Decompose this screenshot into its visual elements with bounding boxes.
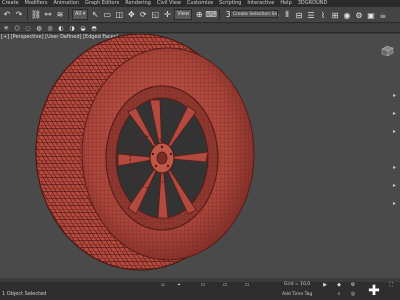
menu-item-animation[interactable]: Animation — [53, 0, 79, 7]
bind-icon[interactable]: ≋ — [55, 10, 65, 20]
ribbon-icon[interactable]: ◓ — [90, 24, 98, 32]
toolbar-divider — [68, 9, 69, 20]
orbit-icon[interactable]: ◎ — [350, 291, 356, 297]
x-field-icon[interactable]: ▭ — [200, 282, 206, 288]
menu-item-graph-editors[interactable]: Graph Editors — [85, 0, 119, 7]
side-panel-icon[interactable]: ▸ — [391, 200, 398, 207]
align-icon[interactable]: ⊟ — [294, 10, 304, 20]
ribbon-icon[interactable]: ◎ — [46, 24, 54, 32]
menu-item-customize[interactable]: Customize — [187, 0, 213, 7]
reference-coordinate-dropdown[interactable]: View — [174, 9, 193, 20]
z-field-icon[interactable]: ▭ — [244, 282, 250, 288]
ribbon-icon[interactable]: ◐ — [57, 24, 65, 32]
ribbon-icon[interactable]: ◑ — [68, 24, 76, 32]
render-setup-icon[interactable]: ⚙ — [354, 10, 364, 20]
redo-icon[interactable]: ↷ — [14, 10, 24, 20]
pan-view-icon[interactable]: ✚ — [366, 284, 382, 298]
render-frame-icon[interactable]: ▣ — [366, 10, 376, 20]
ribbon-icon[interactable]: ◍ — [35, 24, 43, 32]
mirror-icon[interactable]: ⫴ — [282, 10, 292, 20]
ribbon-icon[interactable]: ◒ — [79, 24, 87, 32]
layer-icon[interactable]: ☰ — [306, 10, 316, 20]
ribbon-icon[interactable]: ⬡ — [13, 24, 21, 32]
selection-status: 1 Object Selected — [2, 291, 47, 297]
material-icon[interactable]: ◉ — [342, 10, 352, 20]
time-config-icon[interactable]: ⚙ — [350, 282, 356, 288]
ribbon-icon[interactable]: ◌ — [24, 24, 32, 32]
toolbar-right: ⫴ ⊟ ☰ ⌇ ⊞ ◉ ⚙ ▣ ☕ — [282, 7, 400, 23]
link-icon[interactable]: ⛓ — [31, 10, 41, 20]
lock-icon[interactable]: ▫ — [160, 282, 166, 288]
window-crossing-icon[interactable]: ◫ — [114, 10, 124, 20]
menu-item-3dground[interactable]: 3DGROUND — [298, 0, 328, 7]
menu-item-help[interactable]: Help — [280, 0, 291, 7]
side-panel-icon[interactable]: ▸ — [391, 182, 398, 189]
zoom-icon[interactable]: ⌕ — [336, 291, 342, 297]
schematic-icon[interactable]: ⊞ — [330, 10, 340, 20]
keyboard-shortcut-icon[interactable]: ⌨ — [205, 10, 217, 20]
graph-icon[interactable]: ⌇ — [318, 10, 328, 20]
ribbon-strip: ✳ ⬡ ◌ ◍ ◎ ◐ ◑ ◒ ◓ — [0, 24, 400, 33]
side-panel-icon[interactable]: ▸ — [391, 92, 398, 99]
grid-size: Grid = 10,0 — [284, 282, 311, 287]
pivot-icon[interactable]: ✛ — [162, 10, 172, 20]
play-animation-icon[interactable]: ▶ — [322, 282, 328, 288]
menu-bar: Create Modifiers Animation Graph Editors Ren… — [0, 0, 400, 7]
move-icon[interactable]: ✥ — [126, 10, 136, 20]
tire-wireframe-model[interactable] — [0, 34, 400, 278]
render-icon[interactable]: ☕ — [378, 10, 388, 20]
viewcube[interactable] — [379, 42, 395, 57]
menu-item-modifiers[interactable]: Modifiers — [25, 0, 48, 7]
perspective-viewport[interactable]: [+] [Perspective] [User Defined] [Edged … — [0, 34, 400, 278]
toolbar-divider — [27, 9, 28, 20]
select-region-icon[interactable]: ▭ — [102, 10, 112, 20]
menu-item-scripting[interactable]: Scripting — [219, 0, 241, 7]
scale-icon[interactable]: ◱ — [150, 10, 160, 20]
menu-item-create[interactable]: Create — [2, 0, 19, 7]
side-panel-icon[interactable]: ▸ — [391, 128, 398, 135]
status-bar: 1 Object Selected ▫ ⌖ ▭ ▭ ▭ Grid = 10,0 … — [0, 278, 400, 300]
menu-item-civil-view[interactable]: Civil View — [157, 0, 181, 7]
select-icon[interactable]: ↖ — [90, 10, 100, 20]
maximize-viewport-icon[interactable]: ⛶ — [388, 282, 394, 288]
undo-icon[interactable]: ↶ — [2, 10, 12, 20]
unlink-icon[interactable]: ⚯ — [43, 10, 53, 20]
rotate-icon[interactable]: ⟳ — [138, 10, 148, 20]
selection-filter-dropdown[interactable]: All ▾ — [72, 9, 89, 20]
toolbar-divider — [219, 9, 221, 20]
add-time-tag-button[interactable]: Add Time Tag — [282, 292, 312, 297]
side-panel-icon[interactable]: ▸ — [391, 110, 398, 117]
ribbon-icon[interactable]: ✳ — [2, 24, 10, 32]
create-selection-set-dropdown[interactable]: Create Selection Set — [230, 10, 278, 18]
side-panel-icon[interactable]: ▸ — [391, 164, 398, 171]
y-field-icon[interactable]: ▭ — [222, 282, 228, 288]
menu-item-rendering[interactable]: Rendering — [125, 0, 151, 7]
absolute-mode-icon[interactable]: ⌖ — [176, 282, 182, 288]
pivot-center-icon[interactable]: ⊕ — [194, 10, 204, 20]
key-mode-icon[interactable]: ◆ — [336, 282, 342, 288]
menu-item-interactive[interactable]: Interactive — [247, 0, 274, 7]
